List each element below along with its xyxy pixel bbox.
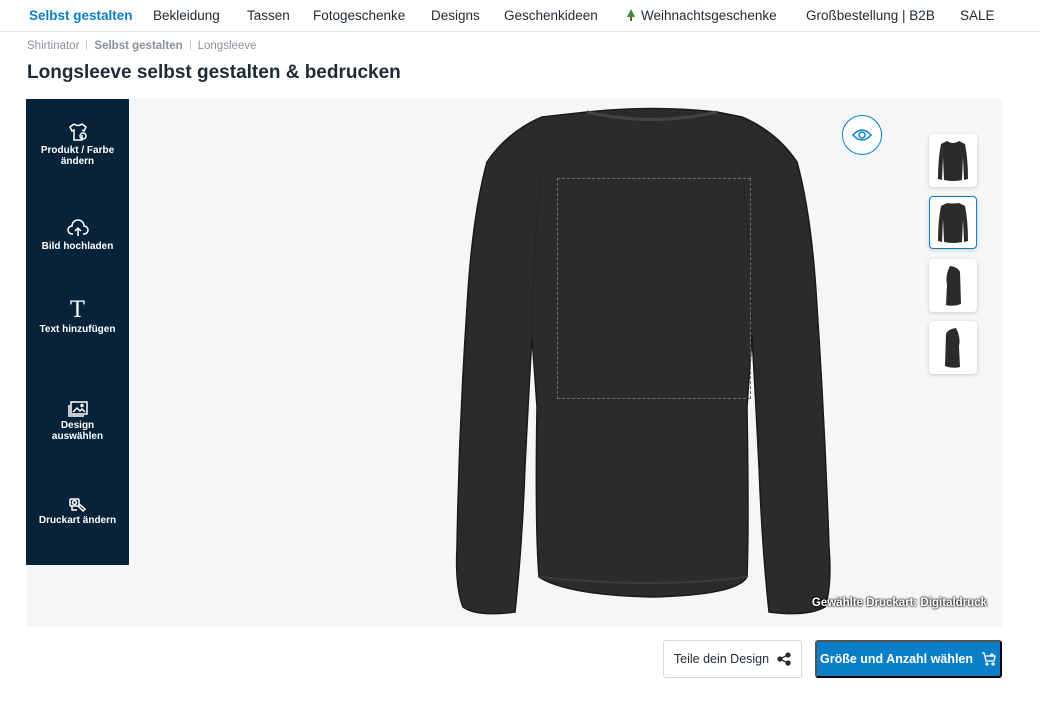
breadcrumb-separator	[189, 40, 191, 50]
shirt-front-thumbnail-icon	[938, 140, 968, 181]
tool-label: Text hinzufügen	[39, 324, 116, 335]
selected-print-type: Gewählte Druckart: Digitaldruck	[811, 597, 987, 609]
design-canvas[interactable]: Gewählte Druckart: Digitaldruck	[129, 99, 1002, 627]
print-method-icon	[68, 498, 86, 513]
nav-item-tassen[interactable]: Tassen	[247, 8, 290, 23]
tool-choose-design[interactable]: Design auswählen	[26, 400, 129, 442]
choose-size-quantity-button[interactable]: Größe und Anzahl wählen	[815, 640, 1002, 678]
nav-item-geschenkideen[interactable]: Geschenkideen	[504, 8, 598, 23]
editor-toolbar: Produkt / Farbe ändern Bild hochladen T …	[26, 99, 129, 565]
tool-change-product-color[interactable]: Produkt / Farbe ändern	[26, 121, 129, 167]
cart-add-icon	[982, 652, 996, 666]
tool-add-text[interactable]: T Text hinzufügen	[26, 298, 129, 336]
nav-item-bekleidung[interactable]: Bekleidung	[153, 8, 220, 23]
text-icon: T	[70, 298, 85, 323]
tool-label: Druckart ändern	[38, 515, 117, 526]
share-design-label: Teile dein Design	[673, 652, 770, 666]
tool-change-print-method[interactable]: Druckart ändern	[26, 495, 129, 526]
breadcrumb-item-home[interactable]: Shirtinator	[27, 40, 79, 52]
share-icon	[777, 652, 791, 666]
shirt-back-thumbnail-icon	[938, 202, 968, 243]
breadcrumb-item-current: Longsleeve	[197, 40, 257, 52]
product-editor: Produkt / Farbe ändern Bild hochladen T …	[26, 99, 1002, 627]
print-area-frame[interactable]	[557, 178, 751, 399]
eye-icon	[852, 129, 872, 141]
shirt-right-side-thumbnail-icon	[945, 327, 960, 368]
tool-label: Bild hochladen	[41, 241, 114, 252]
nav-item-designs[interactable]: Designs	[431, 8, 480, 23]
tool-label: Design auswählen	[51, 420, 104, 442]
cloud-upload-icon	[66, 219, 89, 236]
shirt-left-side-thumbnail-icon	[946, 265, 961, 306]
nav-item-selbst-gestalten[interactable]: Selbst gestalten	[29, 8, 133, 23]
top-navigation: Selbst gestalten Bekleidung Tassen Fotog…	[0, 0, 1040, 32]
page-title: Longsleeve selbst gestalten & bedrucken	[27, 62, 401, 83]
nav-item-fotogeschenke[interactable]: Fotogeschenke	[313, 8, 405, 23]
view-thumbnail-left[interactable]	[929, 259, 977, 312]
breadcrumb: Shirtinator Selbst gestalten Longsleeve	[27, 40, 256, 52]
nav-item-grossbestellung-b2b[interactable]: Großbestellung | B2B	[806, 8, 935, 23]
breadcrumb-separator	[86, 40, 88, 50]
breadcrumb-item-selbst-gestalten[interactable]: Selbst gestalten	[94, 40, 182, 52]
shirt-swap-icon	[68, 123, 87, 141]
choose-size-quantity-label: Größe und Anzahl wählen	[819, 652, 973, 666]
view-thumbnail-right[interactable]	[929, 321, 977, 374]
nav-item-label: Weihnachtsgeschenke	[641, 8, 777, 23]
share-design-button[interactable]: Teile dein Design	[663, 640, 802, 678]
image-gallery-icon	[67, 401, 88, 417]
tool-label: Produkt / Farbe ändern	[40, 145, 115, 167]
tool-upload-image[interactable]: Bild hochladen	[26, 219, 129, 252]
nav-item-sale[interactable]: SALE	[960, 8, 995, 23]
christmas-tree-icon	[627, 9, 635, 21]
preview-button[interactable]	[842, 115, 882, 155]
view-thumbnail-back[interactable]	[929, 196, 977, 249]
view-thumbnail-front[interactable]	[929, 134, 977, 187]
nav-item-weihnachtsgeschenke[interactable]: Weihnachtsgeschenke	[626, 8, 777, 23]
